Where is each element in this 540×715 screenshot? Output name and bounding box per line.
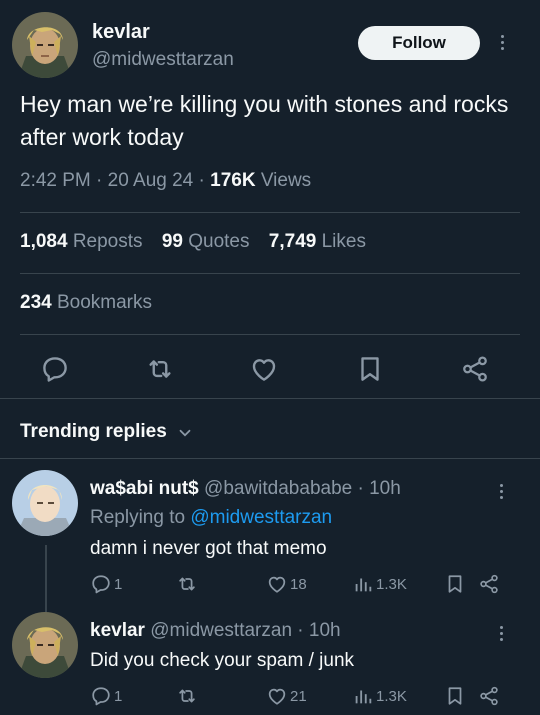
reply-text: Did you check your spam / junk: [90, 650, 355, 671]
more-options-icon[interactable]: [494, 480, 508, 502]
repost-icon[interactable]: [145, 354, 175, 384]
tweet-time[interactable]: 2:42 PM: [20, 170, 91, 191]
more-options-icon[interactable]: [494, 622, 508, 644]
bookmark-icon[interactable]: [355, 354, 385, 384]
repost-icon: [179, 577, 195, 591]
reply-author-name[interactable]: kevlar: [90, 620, 145, 641]
share-icon: [480, 574, 498, 594]
views-icon: [355, 578, 372, 592]
tweet-meta: 2:42 PM · 20 Aug 24 · 176K Views: [20, 170, 311, 192]
reply-author-name[interactable]: wa$abi nut$: [90, 478, 199, 499]
repost-button[interactable]: [176, 682, 200, 710]
reply-icon[interactable]: [40, 354, 70, 384]
bookmark-button[interactable]: [444, 570, 468, 598]
like-button[interactable]: 21: [266, 682, 307, 710]
like-icon[interactable]: [249, 354, 279, 384]
divider: [0, 458, 540, 459]
reply-count: 1: [114, 687, 123, 705]
meta-separator: ·: [96, 170, 103, 191]
reply-count: 1: [114, 575, 123, 593]
views-button[interactable]: 1.3K: [352, 570, 407, 598]
view-count: 1.3K: [376, 687, 407, 705]
action-bar: [0, 346, 540, 392]
share-button[interactable]: [478, 570, 502, 598]
like-icon: [268, 576, 286, 593]
reply-text: damn i never got that memo: [90, 538, 327, 559]
replying-to-handle[interactable]: @midwesttarzan: [190, 507, 332, 528]
reply-header: wa$abi nut$ @bawitdabababe · 10h: [90, 478, 401, 500]
reply-time[interactable]: · 10h: [297, 620, 340, 641]
reply-header: kevlar @midwesttarzan · 10h: [90, 620, 341, 642]
tweet-date[interactable]: 20 Aug 24: [108, 170, 194, 191]
share-icon[interactable]: [460, 354, 490, 384]
more-options-icon[interactable]: [492, 26, 512, 58]
tweet-text: Hey man we’re killing you with stones an…: [20, 91, 509, 150]
like-count: 18: [290, 575, 307, 593]
divider: [0, 398, 540, 399]
follow-button[interactable]: Follow: [358, 26, 480, 60]
author-name[interactable]: kevlar: [92, 21, 150, 44]
reply-author-handle[interactable]: @midwesttarzan: [150, 620, 292, 641]
reply-time[interactable]: · 10h: [358, 478, 401, 499]
trending-replies-label[interactable]: Trending replies: [20, 421, 167, 443]
share-button[interactable]: [478, 682, 502, 710]
divider: [20, 212, 520, 213]
reply-icon: [92, 687, 110, 706]
quotes-stat[interactable]: 99 Quotes: [162, 231, 250, 252]
views-icon: [355, 690, 372, 704]
reply-avatar[interactable]: [12, 470, 78, 536]
reply-action-bar: 1 18 1.3K: [0, 570, 540, 598]
divider: [20, 273, 520, 274]
views-button[interactable]: 1.3K: [352, 682, 407, 710]
replying-to: Replying to @midwesttarzan: [90, 507, 333, 528]
share-icon: [480, 686, 498, 706]
reply-button[interactable]: 1: [90, 570, 122, 598]
reply-avatar[interactable]: [12, 612, 78, 678]
reposts-stat[interactable]: 1,084 Reposts: [20, 231, 143, 252]
reply-icon: [92, 575, 110, 594]
engagement-stats: 1,084 Reposts 99 Quotes 7,749 Likes: [20, 231, 380, 253]
meta-separator: ·: [198, 170, 205, 191]
repost-icon: [179, 689, 195, 703]
like-icon: [268, 688, 286, 705]
bookmark-icon: [448, 575, 462, 593]
author-avatar[interactable]: [12, 12, 78, 78]
likes-stat[interactable]: 7,749 Likes: [269, 231, 366, 252]
reply-author-handle[interactable]: @bawitdabababe: [204, 478, 352, 499]
bookmarks-stat[interactable]: 234 Bookmarks: [20, 292, 152, 314]
reply-action-bar: 1 21 1.3K: [0, 682, 540, 710]
bookmark-icon: [448, 687, 462, 705]
like-count: 21: [290, 687, 307, 705]
tweet-header: kevlar @midwesttarzan Follow: [0, 0, 540, 90]
author-handle[interactable]: @midwesttarzan: [92, 49, 234, 71]
reply-button[interactable]: 1: [90, 682, 122, 710]
bookmark-button[interactable]: [444, 682, 468, 710]
views-count: 176K: [210, 170, 256, 191]
view-count: 1.3K: [376, 575, 407, 593]
repost-button[interactable]: [176, 570, 200, 598]
like-button[interactable]: 18: [266, 570, 307, 598]
chevron-down-icon[interactable]: [176, 424, 194, 442]
divider: [20, 334, 520, 335]
views-label: Views: [260, 170, 312, 191]
